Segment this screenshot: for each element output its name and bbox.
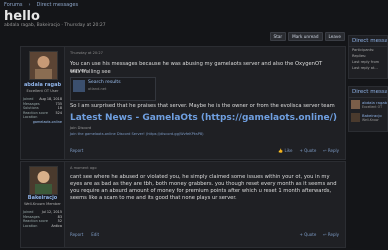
star-button[interactable]: Star xyxy=(269,32,287,41)
post-footer: Report Edit + Quote ↩ Reply xyxy=(70,232,339,237)
page-meta: abdala ragab, Bakeiracjo · Thursday at 2… xyxy=(4,23,106,28)
avatar xyxy=(351,100,360,109)
discord-invite-link[interactable]: Join the gamelaots.online Discord Server… xyxy=(70,132,204,136)
quote-button[interactable]: + Quote xyxy=(300,232,317,237)
participant-item[interactable]: abdala ragab Excellent OT xyxy=(349,98,387,111)
breadcrumb: Forums › Direct messages xyxy=(4,2,78,8)
stat-value: 524 xyxy=(55,110,62,115)
author-title: Excellent OT User xyxy=(26,89,59,93)
breadcrumb-separator: › xyxy=(28,2,31,8)
discord-label: Join Discord xyxy=(70,126,92,130)
avatar-image-icon xyxy=(30,52,57,79)
breadcrumb-forums[interactable]: Forums xyxy=(4,2,22,8)
author-stats: Joined Aug 18, 2018 Messages 735 Solutions… xyxy=(23,97,62,124)
avatar[interactable] xyxy=(29,166,58,195)
panel-title: Direct messa... xyxy=(349,87,387,98)
leave-button[interactable]: Leave xyxy=(324,32,345,41)
post-text-3: So I am surprised that he praises that s… xyxy=(70,103,335,109)
message-post-2: Bakeiracjo Well-Known Member Joined Jul 1… xyxy=(20,161,346,248)
reply-button[interactable]: ↩ Reply xyxy=(323,232,339,237)
conversation-info-panel: Direct messa... Participants: Replies: L… xyxy=(348,35,388,79)
last-reply-at-label: Last reply at... xyxy=(352,66,378,70)
breadcrumb-direct-messages[interactable]: Direct messages xyxy=(36,2,78,8)
conversation-actions: Star Mark unread Leave xyxy=(269,32,345,41)
author-name[interactable]: Bakeiracjo xyxy=(21,195,64,201)
author-stats: Joined Jul 12, 2015 Messages 83 Reaction s… xyxy=(23,210,62,228)
embedded-link-headline[interactable]: Latest News - GamelaOts (https://gamelao… xyxy=(70,113,337,123)
post-author-sidebar: abdala ragab Excellent OT User Joined Aug… xyxy=(21,47,65,159)
post-date[interactable]: A moment ago xyxy=(70,166,97,170)
embed-title[interactable]: Search results xyxy=(88,80,121,85)
edit-link[interactable]: Edit xyxy=(91,232,99,237)
reply-button[interactable]: ↩ Reply xyxy=(323,148,339,153)
participant-title: Excellent OT xyxy=(362,105,383,109)
author-title: Well-Known Member xyxy=(24,202,61,206)
post-footer: Report 👍 Like + Quote ↩ Reply xyxy=(70,148,339,153)
post-author-sidebar: Bakeiracjo Well-Known Member Joined Jul 1… xyxy=(21,162,65,247)
embed-source: otland.net xyxy=(88,87,107,91)
post-left-actions: Report Edit xyxy=(70,232,99,237)
quote-button[interactable]: + Quote xyxy=(300,148,317,153)
stat-label: Location xyxy=(23,223,38,228)
message-post-1: abdala ragab Excellent OT User Joined Aug… xyxy=(20,46,346,160)
report-link[interactable]: Report xyxy=(70,232,83,237)
participants-panel: Direct messa... abdala ragab Excellent O… xyxy=(348,86,388,132)
embed-thumbnail-icon xyxy=(73,80,85,92)
like-button[interactable]: 👍 Like xyxy=(278,148,292,153)
post-actions: 👍 Like + Quote ↩ Reply xyxy=(278,148,339,153)
like-label: Like xyxy=(284,148,293,153)
stat-row: Location Antica xyxy=(23,224,62,229)
panel-title: Direct messa... xyxy=(349,36,387,47)
search-result-embed[interactable]: Search results otland.net xyxy=(70,77,156,101)
post-date[interactable]: Thursday at 20:27 xyxy=(70,51,103,55)
post-actions: + Quote ↩ Reply xyxy=(300,232,340,237)
quote-label: Quote xyxy=(304,232,317,237)
participant-item[interactable]: Bakeiracjo Well-Know xyxy=(349,111,387,124)
avatar xyxy=(351,113,360,122)
mark-unread-button[interactable]: Mark unread xyxy=(288,32,323,41)
participant-title: Well-Know xyxy=(362,118,379,122)
report-link[interactable]: Report xyxy=(70,148,83,153)
reply-label: Reply xyxy=(327,148,339,153)
avatar-image-icon xyxy=(30,167,57,194)
reply-label: Reply xyxy=(327,232,339,237)
website-row: gamelaots.online xyxy=(23,120,62,125)
page-title: hello xyxy=(4,9,40,24)
author-name[interactable]: abdala ragab xyxy=(21,82,64,88)
stat-value: Antica xyxy=(51,223,62,228)
quote-label: Quote xyxy=(304,148,317,153)
post-text: cant see where he abused or violated you… xyxy=(70,174,337,201)
author-website[interactable]: gamelaots.online xyxy=(33,120,62,125)
avatar[interactable] xyxy=(29,51,58,80)
post-text-2: was trolling see xyxy=(70,69,111,75)
